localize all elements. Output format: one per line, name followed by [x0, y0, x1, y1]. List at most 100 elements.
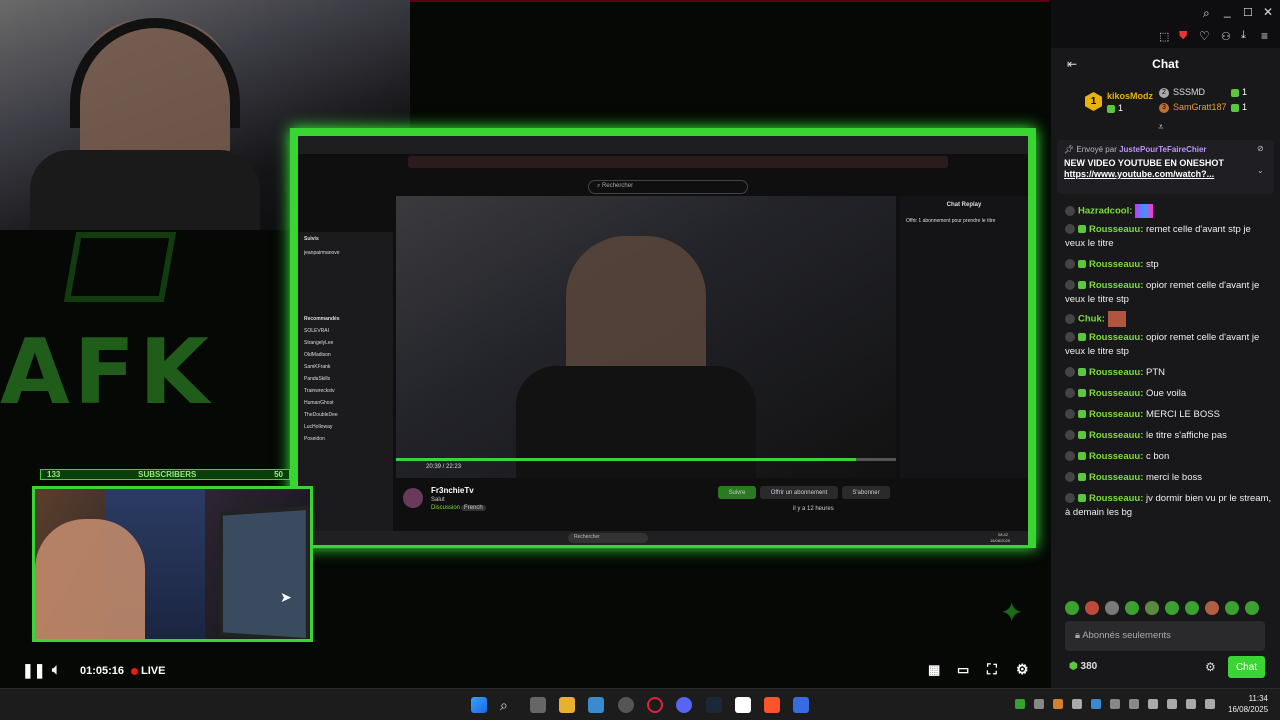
menu-icon[interactable]: ≡ [1261, 29, 1268, 43]
close-icon[interactable]: ✕ [1263, 5, 1273, 19]
battery-icon[interactable] [1148, 699, 1158, 709]
sub-badge-icon [1078, 494, 1086, 502]
emote-icon[interactable] [1225, 601, 1239, 615]
chat-username[interactable]: Rousseauu: [1089, 367, 1143, 378]
chat-username[interactable]: Rousseauu: [1089, 493, 1143, 504]
pinned-message[interactable]: 📌︎ Envoyé par JustePourTeFaireChier NEW … [1057, 140, 1274, 194]
chat-username[interactable]: Rousseauu: [1089, 259, 1143, 270]
user-badge-icon [1065, 280, 1075, 290]
chat-username[interactable]: Rousseauu: [1089, 332, 1143, 343]
epic-icon[interactable] [735, 697, 751, 713]
emote-icon[interactable] [1165, 601, 1179, 615]
channel-points[interactable]: ⬢ 380 [1069, 661, 1097, 672]
tray-icon[interactable] [1072, 699, 1082, 709]
discord-icon[interactable] [676, 697, 692, 713]
monitor [219, 505, 310, 639]
user-badge-icon [1065, 430, 1075, 440]
shield-icon[interactable]: ⛊ [1179, 30, 1187, 43]
chat-text: Oue voila [1143, 387, 1187, 399]
chat-username[interactable]: Rousseauu: [1089, 224, 1143, 235]
brave-icon[interactable] [764, 697, 780, 713]
pause-button[interactable]: ❚❚ [22, 662, 45, 679]
tray-icon[interactable] [1034, 699, 1044, 709]
top-red-line [410, 0, 1050, 2]
minimize-icon[interactable]: _ [1224, 4, 1231, 18]
download-icon[interactable]: ⤓ [1241, 29, 1246, 42]
account-icon[interactable]: ⚇ [1221, 30, 1231, 43]
tray-icon[interactable] [1091, 699, 1101, 709]
bits-icon [1107, 104, 1115, 113]
live-label: LIVE [141, 665, 166, 677]
inner-avatar [403, 488, 423, 508]
emote-icon[interactable] [1105, 601, 1119, 615]
start-icon[interactable] [471, 697, 487, 713]
user-badge-icon [1065, 472, 1075, 482]
rank-3-name: SamGratt187 [1173, 102, 1227, 112]
emote-icon [1135, 204, 1154, 218]
sub-badge-icon [1078, 452, 1086, 460]
inner-taskbar-search: Rechercher [568, 533, 648, 543]
lock-icon: 🔒︎ [1075, 630, 1081, 641]
chat-text: le titre s'affiche pas [1143, 429, 1227, 441]
chat-username[interactable]: Rousseauu: [1089, 280, 1143, 291]
video-player[interactable]: AFK ⌕ Rechercher Suivis jeanpairmanove R… [0, 0, 1051, 688]
clip-icon[interactable]: ▦ [928, 662, 940, 678]
chat-send-button[interactable]: Chat [1228, 656, 1265, 678]
expand-leaderboard-icon[interactable]: ⩡ [1158, 122, 1164, 133]
chat-username[interactable]: Chuk: [1078, 313, 1105, 324]
emote-icon[interactable] [1065, 601, 1079, 615]
search-icon[interactable]: ⌕ [1203, 6, 1210, 21]
chat-settings-icon[interactable]: ⚙ [1205, 660, 1216, 674]
hide-pin-icon[interactable]: ⊘ [1257, 144, 1264, 153]
chat-username[interactable]: Rousseauu: [1089, 409, 1143, 420]
volume-icon[interactable]: 🔈︎ [52, 661, 60, 678]
heart-icon[interactable]: ♡ [1199, 29, 1210, 43]
volume-tray-icon[interactable] [1205, 699, 1215, 709]
emote-icon[interactable] [1085, 601, 1099, 615]
inner-stream-tag: French [461, 505, 486, 511]
maximize-icon[interactable]: ☐ [1243, 6, 1253, 19]
crop-icon[interactable]: ⬚ [1159, 30, 1169, 43]
steam-icon[interactable] [706, 697, 722, 713]
opera-icon[interactable] [647, 697, 663, 713]
chat-username[interactable]: Hazradcool: [1078, 206, 1132, 217]
points-value: 380 [1080, 661, 1098, 672]
chat-message: Rousseauu: c bon [1051, 448, 1280, 466]
chat-username[interactable]: Rousseauu: [1089, 472, 1143, 483]
taskbar-search-icon[interactable]: ⌕ [500, 697, 516, 713]
emote-icon[interactable] [1145, 601, 1159, 615]
chat-username[interactable]: Rousseauu: [1089, 430, 1143, 441]
rank-2-count: 1 [1231, 87, 1247, 97]
pinned-link[interactable]: https://www.youtube.com/watch?... [1064, 169, 1267, 179]
emote-icon[interactable] [1185, 601, 1199, 615]
fullscreen-icon[interactable]: ⛶ [987, 661, 997, 678]
inner-taskbar: Rechercher 08:42 16/08/2025 [298, 531, 1028, 545]
user-badge-icon [1065, 367, 1075, 377]
tray-icon[interactable] [1129, 699, 1139, 709]
settings-gear-icon[interactable]: ⚙ [1016, 661, 1029, 678]
user-badge-icon [1065, 388, 1075, 398]
chat-text: merci le boss [1143, 471, 1202, 483]
chat-username[interactable]: Rousseauu: [1089, 388, 1143, 399]
emote-icon[interactable] [1125, 601, 1139, 615]
chat-username[interactable]: Rousseauu: [1089, 451, 1143, 462]
store-icon[interactable] [588, 697, 604, 713]
tray-icon[interactable] [1110, 699, 1120, 709]
user-badge-icon [1065, 451, 1075, 461]
tray-icon[interactable] [1053, 699, 1063, 709]
emote-icon[interactable] [1205, 601, 1219, 615]
task-view-icon[interactable] [530, 697, 546, 713]
taskbar-clock-date[interactable]: 16/08/2025 [1228, 705, 1268, 714]
chat-input-placeholder: Abonnés seulements [1082, 630, 1171, 641]
file-explorer-icon[interactable] [559, 697, 575, 713]
app-icon[interactable] [618, 697, 634, 713]
car-app-icon[interactable] [793, 697, 809, 713]
emote-icon[interactable] [1245, 601, 1259, 615]
tray-icon[interactable] [1015, 699, 1025, 709]
expand-pin-icon[interactable]: ⌄ [1257, 166, 1264, 175]
wifi-icon[interactable] [1186, 699, 1196, 709]
mic-icon[interactable] [1167, 699, 1177, 709]
theater-mode-icon[interactable]: ▭ [957, 662, 969, 678]
taskbar-clock-time[interactable]: 11:34 [1238, 694, 1268, 703]
chat-input[interactable]: 🔒︎ Abonnés seulements [1065, 621, 1265, 651]
